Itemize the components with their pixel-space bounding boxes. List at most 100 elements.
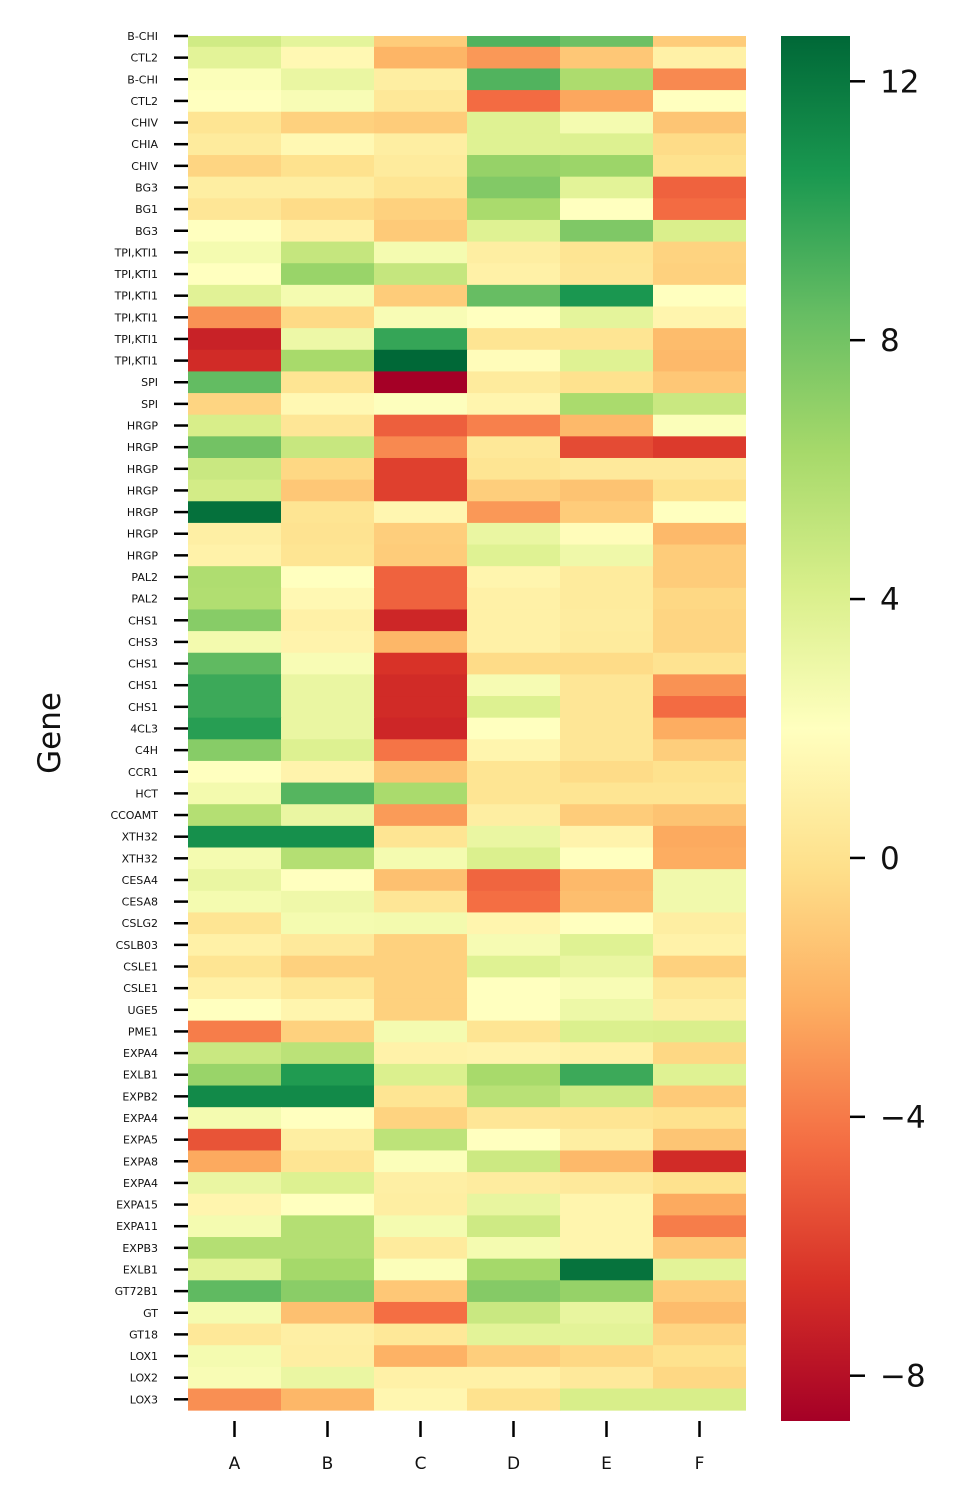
x-axis-ticks: A B C D E F	[229, 1421, 704, 1474]
heatmap-cell	[560, 522, 654, 546]
heatmap-cell	[188, 1345, 282, 1368]
heatmap-cell	[281, 263, 375, 286]
heatmap-cell	[560, 890, 654, 913]
colorbar-gradient	[781, 36, 850, 1421]
y-tick-label: TPI,KTI1	[114, 246, 158, 259]
heatmap-cell	[653, 977, 746, 1000]
y-tick-label: C4H	[135, 744, 158, 757]
heatmap-cell	[281, 284, 375, 307]
heatmap-cell	[560, 219, 654, 243]
heatmap-cell	[374, 652, 468, 675]
heatmap-cell	[374, 934, 468, 957]
heatmap-cell	[467, 522, 561, 546]
heatmap-cell	[467, 717, 561, 740]
heatmap-cell	[188, 479, 282, 502]
y-tick-label: BG3	[135, 225, 158, 238]
y-tick-label: CHS1	[128, 614, 158, 627]
heatmap-cell	[188, 1063, 282, 1087]
heatmap-cell	[653, 111, 746, 134]
heatmap-cell	[281, 1301, 375, 1325]
heatmap-cell	[374, 1388, 468, 1411]
heatmap-cell	[281, 977, 375, 1000]
heatmap-cell	[188, 869, 282, 892]
heatmap-cell	[188, 696, 282, 719]
heatmap-cell	[560, 1258, 654, 1281]
heatmap-cell	[374, 674, 468, 697]
heatmap-cell	[281, 782, 375, 805]
heatmap-cell	[560, 869, 654, 892]
heatmap-cell	[188, 1301, 282, 1325]
heatmap-cell	[374, 155, 468, 178]
heatmap-cell	[653, 739, 746, 762]
y-tick-label: CHIV	[131, 160, 158, 173]
heatmap-cell	[374, 1323, 468, 1346]
y-tick-label: CHS1	[128, 679, 158, 692]
y-tick-label: CCOAMT	[110, 809, 158, 822]
y-tick-label: PAL2	[131, 593, 158, 606]
y-tick-label: TPI,KTI1	[114, 333, 158, 346]
heatmap-cell	[374, 176, 468, 199]
colorbar-tick-label: 12	[880, 64, 919, 100]
heatmap-cell	[560, 371, 654, 394]
heatmap-cell	[374, 436, 468, 459]
heatmap-cell	[281, 847, 375, 870]
heatmap-cell	[653, 1107, 746, 1130]
heatmap-cell	[560, 1193, 654, 1216]
heatmap-cell	[467, 1345, 561, 1368]
heatmap-cell	[281, 328, 375, 351]
heatmap-cell	[467, 1042, 561, 1065]
heatmap-cell	[281, 869, 375, 892]
heatmap-cell	[467, 68, 561, 91]
heatmap-cell	[653, 133, 746, 156]
heatmap-cell	[560, 544, 654, 567]
y-tick-label: HRGP	[127, 463, 158, 476]
heatmap-cell	[374, 890, 468, 913]
heatmap-cell	[281, 1237, 375, 1260]
heatmap-cell	[653, 1193, 746, 1216]
heatmap-cell	[560, 760, 654, 784]
y-tick-label: LOX1	[130, 1350, 158, 1363]
heatmap-cell	[653, 1215, 746, 1238]
heatmap-cell	[653, 674, 746, 697]
heatmap-cell	[653, 522, 746, 546]
heatmap-cell	[467, 393, 561, 416]
heatmap-cell	[653, 414, 746, 437]
heatmap-cell	[560, 566, 654, 589]
heatmap-cell	[467, 1150, 561, 1173]
y-tick-label: CESA8	[122, 896, 158, 909]
heatmap-cell	[653, 609, 746, 632]
heatmap-cell	[653, 263, 746, 286]
heatmap-cell	[467, 1388, 561, 1411]
heatmap-cell	[281, 631, 375, 654]
heatmap-cell	[374, 1150, 468, 1173]
heatmap-cell	[374, 1215, 468, 1238]
heatmap-cell	[188, 457, 282, 481]
heatmap-cell	[653, 1042, 746, 1065]
heatmap-cell	[281, 652, 375, 675]
y-axis-ticks: B-CHI CTL2 B-CHI CTL2 CHIV CHIA CHIV BG3 BG1 BG3 T…	[110, 30, 188, 1406]
heatmap-cell	[560, 1280, 654, 1303]
heatmap-cell	[188, 1323, 282, 1346]
heatmap-cell	[467, 739, 561, 762]
y-tick-label: EXPA8	[123, 1155, 158, 1168]
heatmap-cell	[374, 1172, 468, 1195]
heatmap-cell	[653, 1128, 746, 1151]
x-tick-label: B	[322, 1454, 334, 1474]
heatmap-cell	[281, 436, 375, 459]
heatmap-cell	[188, 284, 282, 307]
heatmap-cell	[281, 587, 375, 610]
heatmap-cell	[467, 652, 561, 675]
heatmap-cell	[281, 804, 375, 827]
heatmap-cell	[188, 825, 282, 848]
heatmap-cell	[467, 436, 561, 459]
heatmap-cell	[560, 176, 654, 199]
heatmap-cell	[374, 414, 468, 437]
heatmap-cell	[281, 1258, 375, 1281]
heatmap-cell	[281, 1345, 375, 1368]
heatmap-cell	[467, 587, 561, 610]
heatmap-cell	[188, 1193, 282, 1216]
y-tick-label: BG3	[135, 181, 158, 194]
heatmap-cell	[374, 977, 468, 1000]
y-tick-label: EXPA11	[116, 1220, 158, 1233]
y-tick-label: CTL2	[130, 95, 158, 108]
